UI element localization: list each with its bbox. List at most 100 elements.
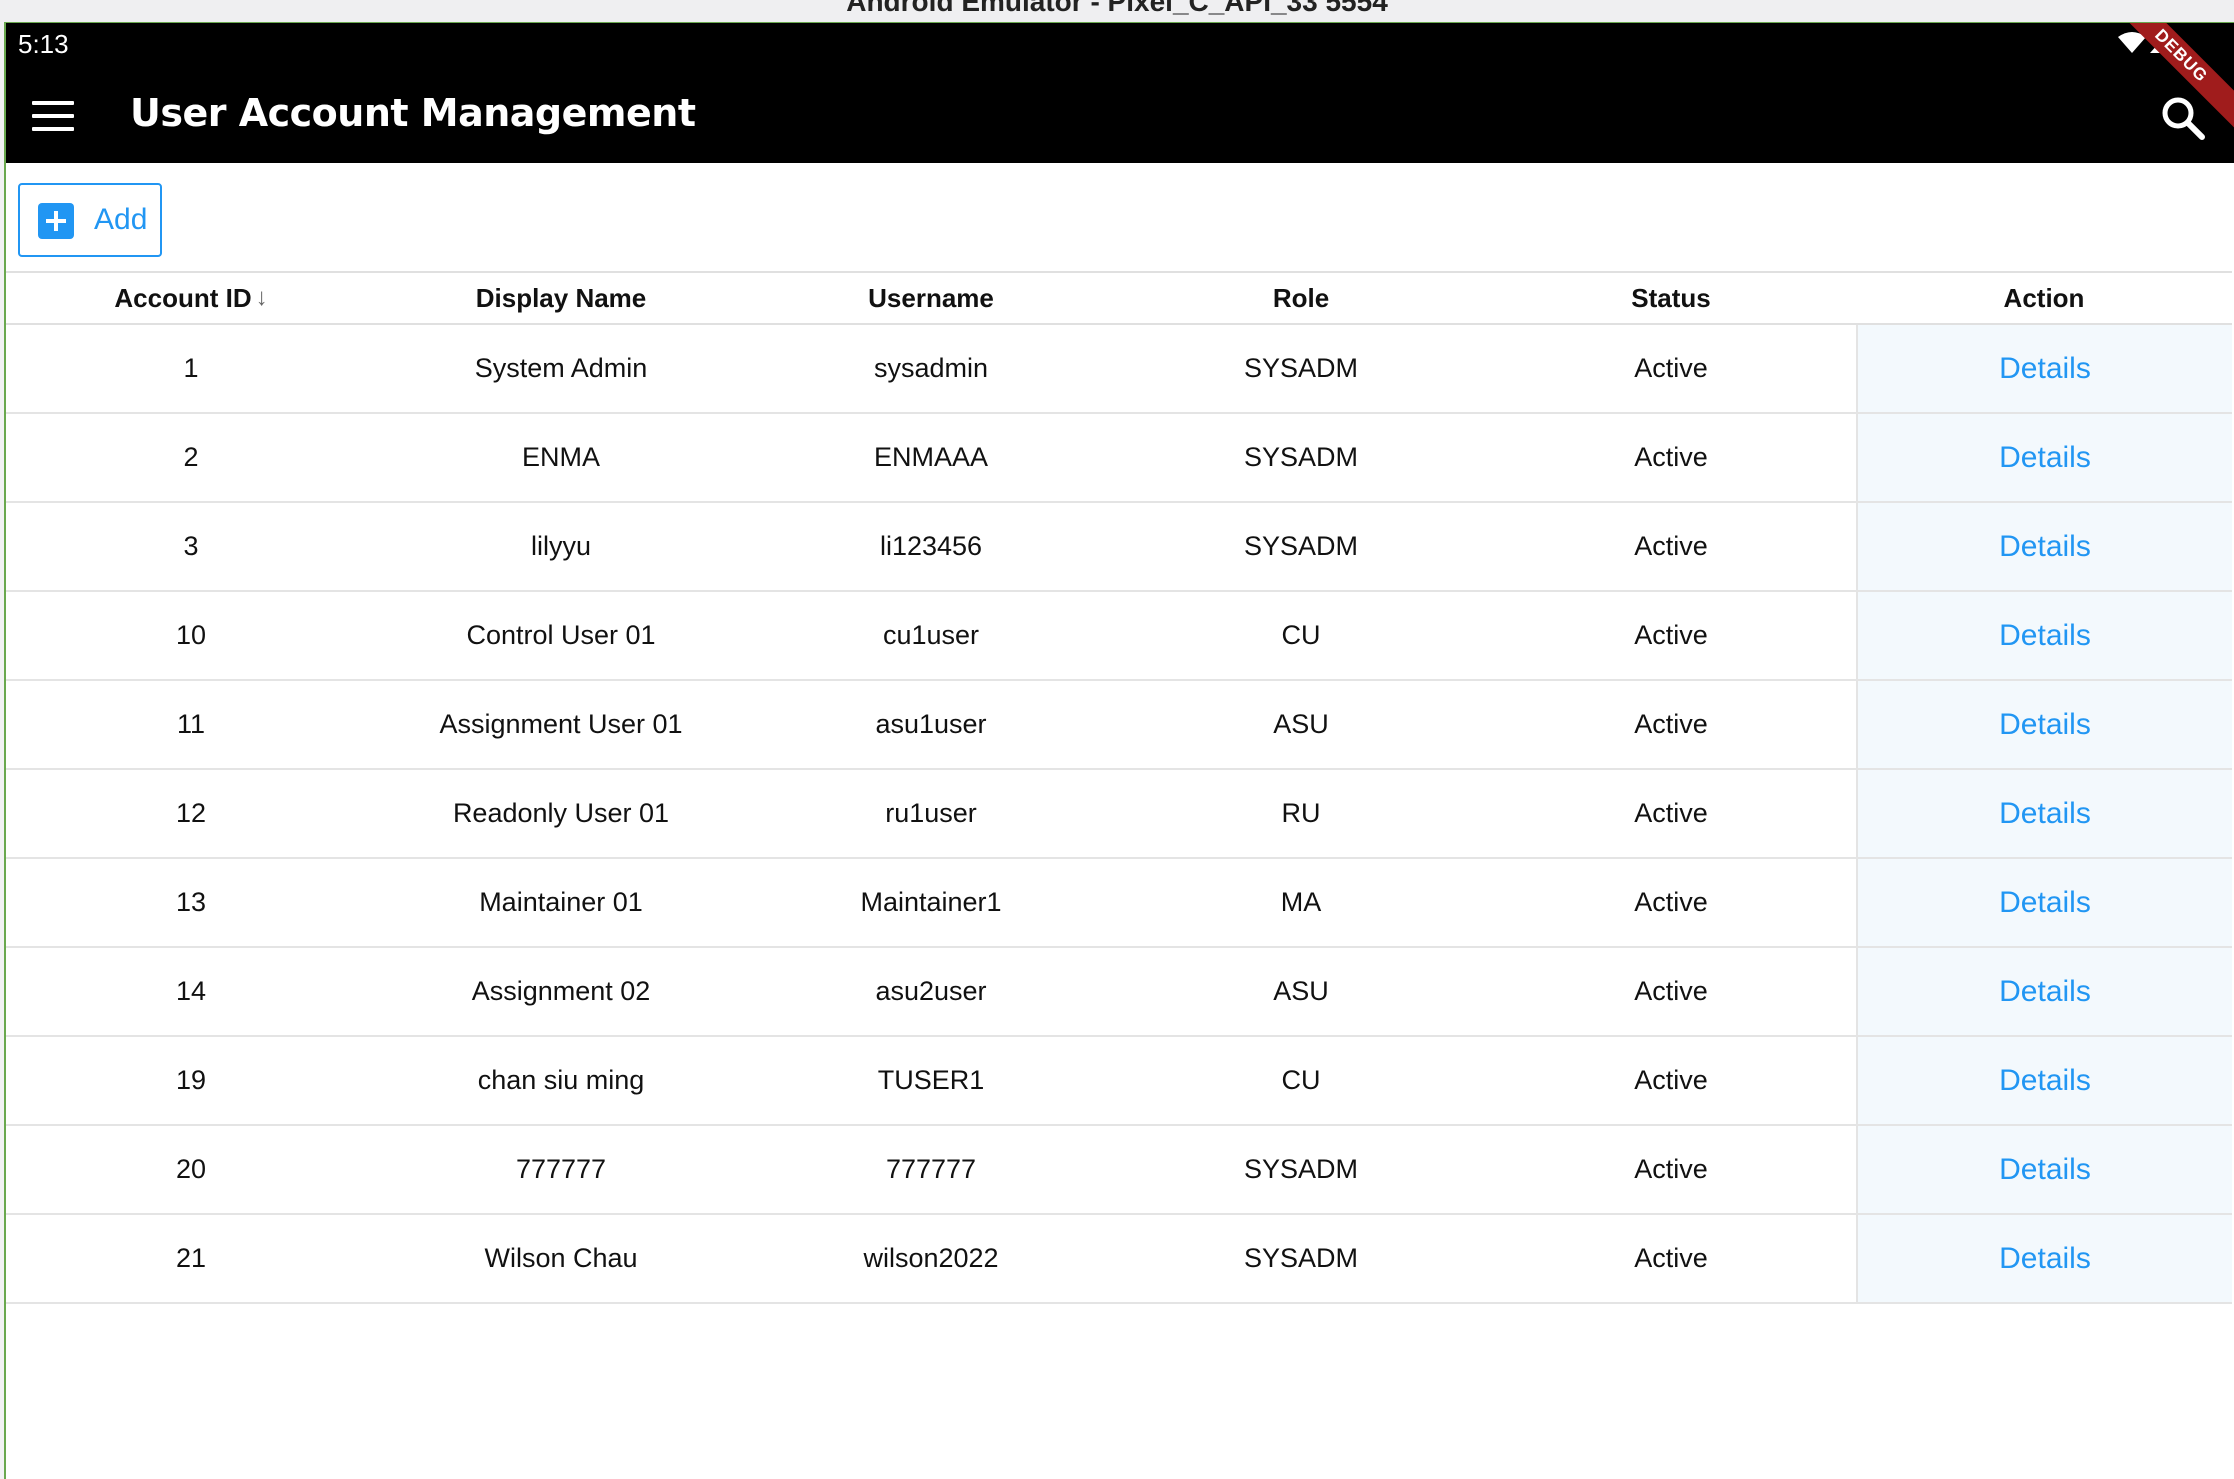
cell-display-name: lilyyu [530,531,591,561]
cell-account-id: 19 [175,1065,207,1095]
page-title: User Account Management [130,91,696,135]
table-header: Account ID ↓ Display Name Username Role … [6,271,2232,325]
cell-username: Maintainer1 [860,887,1002,917]
cell-account-id: 10 [175,620,207,650]
cell-status: Active [1634,1154,1708,1184]
cell-username: TUSER1 [877,1065,985,1095]
details-link[interactable]: Details [1999,975,2091,1009]
column-header-action: Action [2003,282,2085,313]
cell-username: ENMAAA [873,442,989,472]
table-row: 19 chan siu ming TUSER1 CU Active Details [6,1037,2232,1126]
cell-account-id: 14 [175,976,207,1006]
cell-role: SYSADM [1243,1154,1359,1184]
cell-status: Active [1634,620,1708,650]
cell-action: Details [1856,681,2232,768]
cell-username: asu2user [875,976,987,1006]
cell-username: ru1user [885,798,977,828]
details-link[interactable]: Details [1999,1064,2091,1098]
cell-role: RU [1281,798,1321,828]
cell-status: Active [1634,1065,1708,1095]
table-body: 1 System Admin sysadmin SYSADM Active Details… [6,325,2232,1304]
details-link[interactable]: Details [1999,1153,2091,1187]
table-row: 11 Assignment User 01 asu1user ASU Active Det… [6,681,2232,770]
cell-display-name: Wilson Chau [484,1243,638,1273]
emulator-title: Android Emulator - Pixel_C_API_33 5554 [846,0,1388,17]
cell-display-name: Assignment 02 [471,976,651,1006]
cell-role: CU [1281,620,1321,650]
status-time: 5:13 [18,29,69,59]
cell-action: Details [1856,948,2232,1035]
cell-action: Details [1856,503,2232,590]
cell-action: Details [1856,1215,2232,1302]
table-row: 2 ENMA ENMAAA SYSADM Active Details [6,414,2232,503]
details-link[interactable]: Details [1999,797,2091,831]
details-link[interactable]: Details [1999,708,2091,742]
cell-action: Details [1856,1037,2232,1124]
cell-status: Active [1634,887,1708,917]
cell-role: SYSADM [1243,1243,1359,1273]
table-row: 20 777777 777777 SYSADM Active Details [6,1126,2232,1215]
table-row: 13 Maintainer 01 Maintainer1 MA Active Detail… [6,859,2232,948]
details-link[interactable]: Details [1999,619,2091,653]
cell-role: SYSADM [1243,442,1359,472]
details-link[interactable]: Details [1999,1242,2091,1276]
table-row: 14 Assignment 02 asu2user ASU Active Details [6,948,2232,1037]
cell-username: 777777 [885,1154,977,1184]
add-icon [38,203,74,239]
search-icon[interactable] [2158,93,2208,143]
cell-action: Details [1856,414,2232,501]
cell-action: Details [1856,770,2232,857]
details-link[interactable]: Details [1999,352,2091,386]
cell-role: ASU [1273,976,1329,1006]
cell-role: CU [1281,1065,1321,1095]
cell-account-id: 2 [183,442,199,472]
cell-role: SYSADM [1243,353,1359,383]
column-header-role: Role [1272,282,1330,313]
cell-status: Active [1634,798,1708,828]
cell-role: SYSADM [1243,531,1359,561]
user-table: Account ID ↓ Display Name Username Role … [6,271,2232,1304]
column-header-status: Status [1631,282,1711,313]
cell-status: Active [1634,976,1708,1006]
table-row: 3 lilyyu li123456 SYSADM Active Details [6,503,2232,592]
cell-account-id: 11 [176,709,206,739]
add-button[interactable]: Add [18,183,162,257]
details-link[interactable]: Details [1999,530,2091,564]
cell-display-name: Control User 01 [466,620,656,650]
cell-display-name: Assignment User 01 [439,709,683,739]
column-header-account-id[interactable]: Account ID ↓ [6,273,376,323]
cell-display-name: System Admin [474,353,648,383]
cell-account-id: 21 [175,1243,207,1273]
table-row: 10 Control User 01 cu1user CU Active Details [6,592,2232,681]
cell-account-id: 13 [175,887,207,917]
cell-display-name: 777777 [515,1154,607,1184]
cell-account-id: 1 [183,353,199,383]
cell-username: asu1user [875,709,987,739]
arrow-down-icon: ↓ [255,284,268,311]
details-link[interactable]: Details [1999,441,2091,475]
cell-account-id: 3 [183,531,199,561]
cell-status: Active [1634,531,1708,561]
add-button-label: Add [94,203,148,236]
cell-display-name: ENMA [521,442,600,472]
cell-status: Active [1634,353,1708,383]
table-row: 12 Readonly User 01 ru1user RU Active Details [6,770,2232,859]
cell-account-id: 20 [175,1154,207,1184]
cell-role: MA [1280,887,1322,917]
cell-display-name: Maintainer 01 [479,887,643,917]
cell-username: cu1user [882,620,980,650]
app-bar: 5:13 DEBUG User Account Management [6,23,2234,163]
cell-account-id: 12 [175,798,207,828]
menu-icon[interactable] [32,101,74,131]
table-row: 1 System Admin sysadmin SYSADM Active Details [6,325,2232,414]
cell-display-name: Readonly User 01 [452,798,670,828]
cell-username: sysadmin [873,353,989,383]
cell-action: Details [1856,592,2232,679]
cell-action: Details [1856,859,2232,946]
details-link[interactable]: Details [1999,886,2091,920]
cell-status: Active [1634,442,1708,472]
cell-action: Details [1856,325,2232,412]
cell-display-name: chan siu ming [477,1065,645,1095]
cell-role: ASU [1273,709,1329,739]
column-header-username: Username [868,282,994,313]
